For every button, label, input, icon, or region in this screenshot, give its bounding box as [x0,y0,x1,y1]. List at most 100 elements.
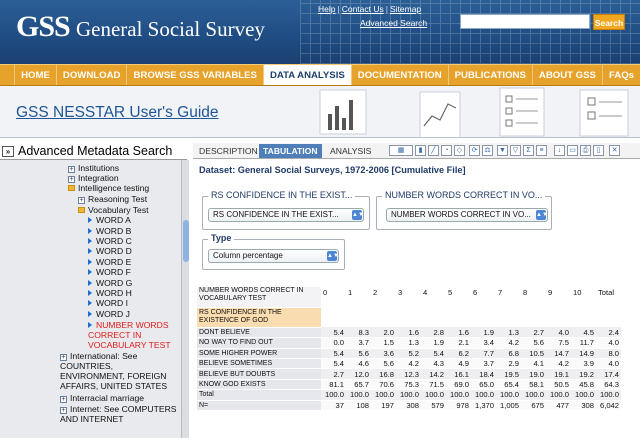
table-n-row: N= 37 108 197 308 579 978 1,370 1,005 67… [197,400,621,412]
recode-icon[interactable]: ⟳ [469,145,480,156]
search-button[interactable]: Search [593,14,625,30]
column-variable-select[interactable]: NUMBER WORDS CORRECT IN VO... ▲▼ [386,208,548,222]
tree-item-interracial-marriage[interactable]: + Interracial marriage [60,393,144,403]
table-cell: 81.1 [321,379,346,391]
table-cell: 1.3 [396,337,421,349]
variable-arrow-icon [88,322,92,328]
row-variable-select[interactable]: RS CONFIDENCE IN THE EXIST... ▲▼ [208,208,364,222]
tree-item-internet[interactable]: + Internet: See COMPUTERS AND INTERNET [60,404,180,424]
expand-icon[interactable]: + [60,396,67,403]
nav-publications[interactable]: PUBLICATIONS [447,65,532,85]
table-total-row: Total 100.0 100.0 100.0 100.0 100.0 100.… [197,389,621,401]
tree-variable[interactable]: WORD H [88,288,132,298]
banner-chart-decoration [319,87,629,137]
tree-scrollbar[interactable] [181,160,189,438]
contact-us-link[interactable]: Contact Us [342,4,384,14]
table-cell: 1.6 [396,327,421,339]
table-cell: 1.9 [471,327,496,339]
tree-variable[interactable]: WORD G [88,278,132,288]
tree-variable-selected[interactable]: NUMBER WORDS CORRECT IN VOCABULARY TEST [88,320,180,350]
download-icon[interactable]: ↓ [554,145,565,156]
table-cell: 64.3 [596,379,621,391]
filter-icon[interactable]: ▼ [497,145,508,156]
table-cell: 100.0 [546,389,571,401]
row-label: BELIEVE BUT DOUBTS [197,368,321,380]
table-cell: 17.4 [596,368,621,380]
map-icon[interactable]: ◇ [454,145,465,156]
search-input[interactable] [460,14,590,29]
top-links: Help | Contact Us | Sitemap [318,4,422,14]
expand-icon[interactable]: + [68,166,75,173]
column-header: 1 [346,287,371,298]
row-variable-group: RS CONFIDENCE IN THE EXIST... RS CONFIDE… [202,190,370,230]
tree-variable[interactable]: WORD J [88,309,130,319]
weight-icon[interactable]: ⚖ [482,145,493,156]
expand-icon[interactable]: + [60,407,67,414]
row-label: KNOW GOD EXISTS [197,379,321,391]
table-row: BELIEVE SOMETIMES 5.4 4.6 5.6 4.2 4.3 4.… [197,358,621,370]
expand-icon[interactable]: + [78,197,85,204]
bookmark-icon[interactable]: ▭ [567,145,578,156]
dropdown-arrow-icon: ▲▼ [327,251,339,261]
table-view-icon[interactable]: ▦ [389,145,413,156]
type-select[interactable]: Column percentage ▲▼ [208,249,339,263]
help-link[interactable]: Help [318,4,335,14]
advanced-search-link[interactable]: Advanced Search [360,18,427,28]
nav-download[interactable]: DOWNLOAD [55,65,127,85]
nav-faqs[interactable]: FAQs [601,65,640,85]
options-icon[interactable]: ≡ [536,145,547,156]
sitemap-link[interactable]: Sitemap [390,4,421,14]
table-row: KNOW GOD EXISTS 81.1 65.7 70.6 75.3 71.5… [197,379,621,391]
main-nav: HOME DOWNLOAD BROWSE GSS VARIABLES DATA … [0,64,640,86]
variable-arrow-icon [88,259,92,265]
table-cell: 7.5 [546,337,571,349]
document-icon[interactable]: ▯ [593,145,604,156]
tree-variable[interactable]: WORD B [88,226,131,236]
print-icon[interactable]: ⎙ [580,145,591,156]
nav-about-gss[interactable]: ABOUT GSS [531,65,602,85]
table-cell: 100.0 [446,389,471,401]
table-cell: 37 [321,400,346,412]
table-cell: 5.6 [371,358,396,370]
page-title[interactable]: GSS NESSTAR User's Guide [16,104,219,122]
weight-filter-icon[interactable]: ▽ [510,145,521,156]
bar-chart-icon[interactable]: ▮ [415,145,426,156]
site-logo[interactable]: GSS General Social Survey [16,10,265,44]
tab-analysis[interactable]: ANALYSIS [326,144,375,158]
tree-item-intelligence-testing[interactable]: Intelligence testing [68,183,149,193]
nav-home[interactable]: HOME [14,65,56,85]
nav-browse-variables[interactable]: BROWSE GSS VARIABLES [126,65,263,85]
tree-item-international[interactable]: + International: See COUNTRIES, ENVIRONME… [60,351,180,391]
table-cell: 100.0 [571,389,596,401]
table-cell: 12.0 [346,368,371,380]
compute-icon[interactable]: Σ [523,145,534,156]
tree-item-reasoning-test[interactable]: + Reasoning Test [78,194,147,204]
tree-variable[interactable]: WORD A [88,215,131,225]
tree-item-institutions[interactable]: + Institutions [68,163,119,173]
table-cell: 12.3 [396,368,421,380]
collapse-panel-icon[interactable]: » [2,146,14,157]
table-header-row: NUMBER WORDS CORRECT IN VOCABULARY TEST … [197,287,621,308]
tab-description[interactable]: DESCRIPTION [195,144,262,158]
tree-item-vocabulary-test[interactable]: Vocabulary Test [78,205,149,215]
expand-icon[interactable]: + [68,176,75,183]
nav-documentation[interactable]: DOCUMENTATION [350,65,448,85]
tree-variable[interactable]: WORD I [88,298,128,308]
tree-variable[interactable]: WORD C [88,236,132,246]
line-chart-icon[interactable]: ╱ [428,145,439,156]
tree-variable[interactable]: WORD E [88,257,131,267]
tree-variable[interactable]: WORD D [88,246,132,256]
tab-tabulation[interactable]: TABULATION [259,144,322,158]
scrollbar-thumb[interactable] [183,220,189,262]
tree-variable[interactable]: WORD F [88,267,131,277]
expand-icon[interactable]: + [60,354,67,361]
nav-data-analysis[interactable]: DATA ANALYSIS [262,65,351,85]
close-icon[interactable]: ✕ [609,145,620,156]
table-cell: 100.0 [421,389,446,401]
table-cell: 7.7 [471,348,496,360]
table-row: NO WAY TO FIND OUT 0.0 3.7 1.5 1.3 1.9 2… [197,337,621,349]
table-row: BELIEVE BUT DOUBTS 2.7 12.0 16.8 12.3 14… [197,368,621,380]
column-header: 10 [571,287,596,298]
tree-item-integration[interactable]: + Integration [68,173,119,183]
pie-chart-icon[interactable]: ◔ [441,145,452,156]
